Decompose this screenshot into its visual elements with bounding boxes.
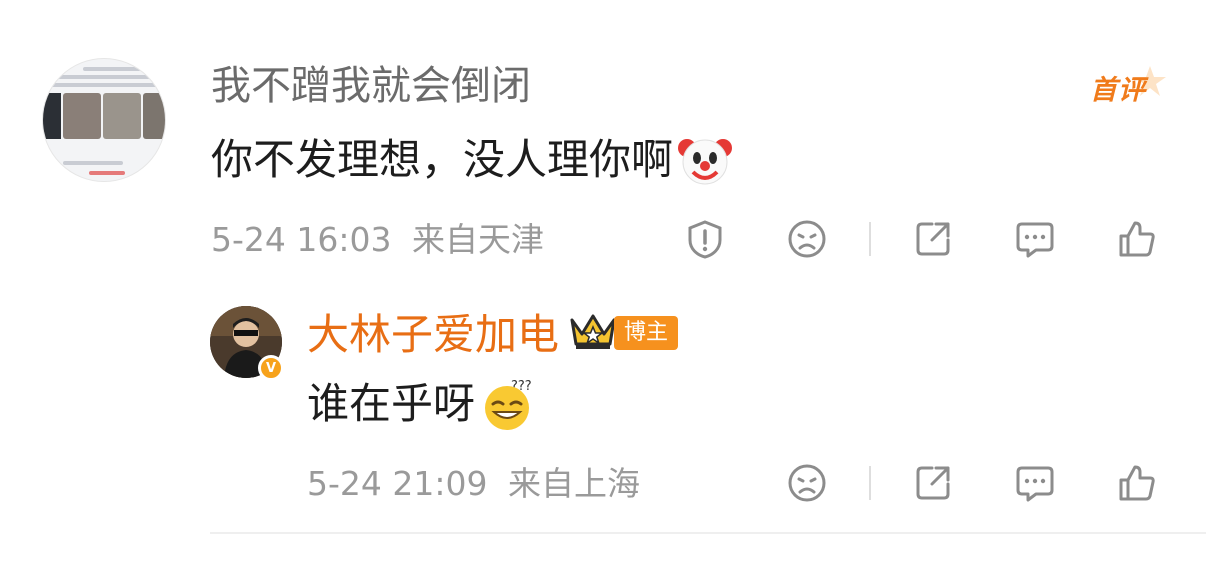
reply-meta: 5-24 21:09 来自上海 [307, 464, 640, 504]
reply-text: 谁在乎呀 [307, 379, 476, 428]
action-divider [869, 222, 871, 256]
avatar-thumb-text [63, 161, 123, 165]
blogger-name[interactable]: 大林子爱加电 [307, 310, 559, 360]
reply-location: 来自上海 [508, 464, 640, 503]
crown-icon [568, 310, 618, 356]
comment-location: 来自天津 [412, 220, 544, 259]
action-divider [869, 466, 871, 500]
commenter-name[interactable]: 我不蹭我就会倒闭 [211, 62, 531, 110]
avatar-thumb-text [83, 67, 141, 71]
avatar-thumb-photo [63, 93, 101, 139]
reply-text-row: 谁在乎呀 ??? [307, 376, 541, 432]
commenter-avatar[interactable] [42, 58, 166, 182]
comment-text: 你不发理想，没人理你啊 [211, 135, 674, 184]
clown-face-emoji [678, 139, 733, 185]
share-icon[interactable] [910, 460, 956, 506]
avatar-thumb-photo [143, 93, 165, 139]
dislike-icon[interactable] [784, 216, 830, 262]
dislike-icon[interactable] [784, 460, 830, 506]
like-icon[interactable] [1114, 216, 1160, 262]
confused-grin-emoji: ??? [485, 379, 532, 430]
share-icon[interactable] [910, 216, 956, 262]
report-icon[interactable] [682, 216, 728, 262]
first-comment-badge: 首评 [1088, 62, 1168, 108]
like-icon[interactable] [1114, 460, 1160, 506]
comment-date: 5-24 16:03 [211, 220, 392, 259]
reply-icon[interactable] [1012, 460, 1058, 506]
blogger-badge: 博主 [614, 316, 678, 350]
reply-date: 5-24 21:09 [307, 464, 488, 503]
comment-meta: 5-24 16:03 来自天津 [211, 220, 544, 260]
avatar-thumb-photo [103, 93, 141, 139]
avatar-thumb-text [55, 75, 155, 79]
comment-text-row: 你不发理想，没人理你啊 [211, 132, 733, 188]
avatar-thumb-photo [43, 93, 61, 139]
avatar-thumb-text [51, 83, 159, 87]
reply-icon[interactable] [1012, 216, 1058, 262]
verified-v-icon: V [258, 355, 284, 381]
avatar-thumb-text [89, 171, 125, 175]
first-comment-label: 首评 [1090, 75, 1146, 106]
comment-divider [210, 532, 1206, 534]
